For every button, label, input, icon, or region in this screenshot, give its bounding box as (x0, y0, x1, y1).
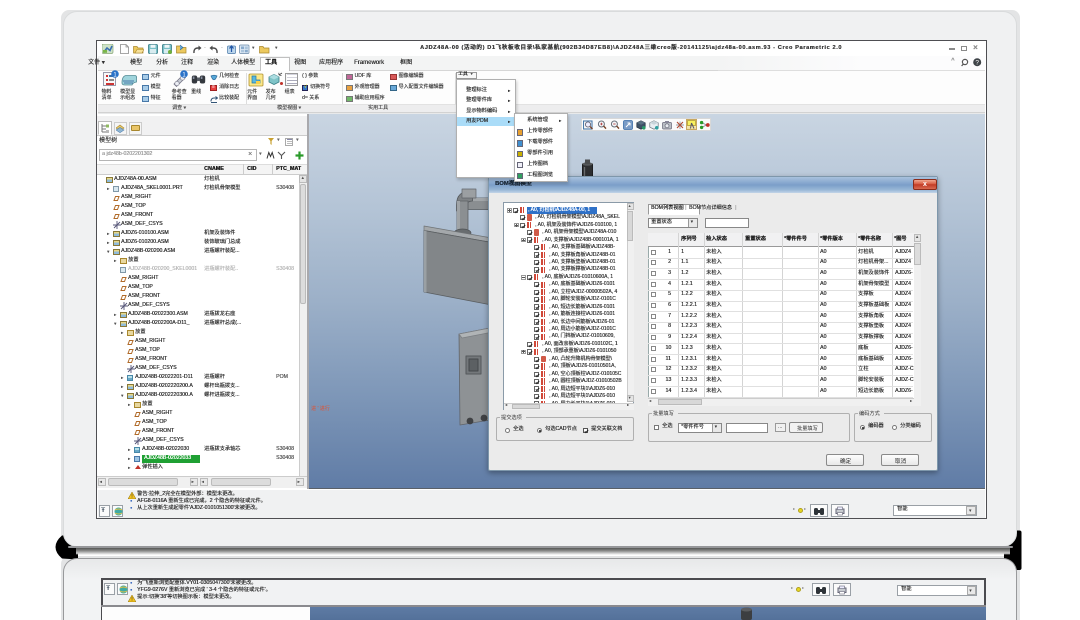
svg-text:?: ? (975, 60, 979, 67)
